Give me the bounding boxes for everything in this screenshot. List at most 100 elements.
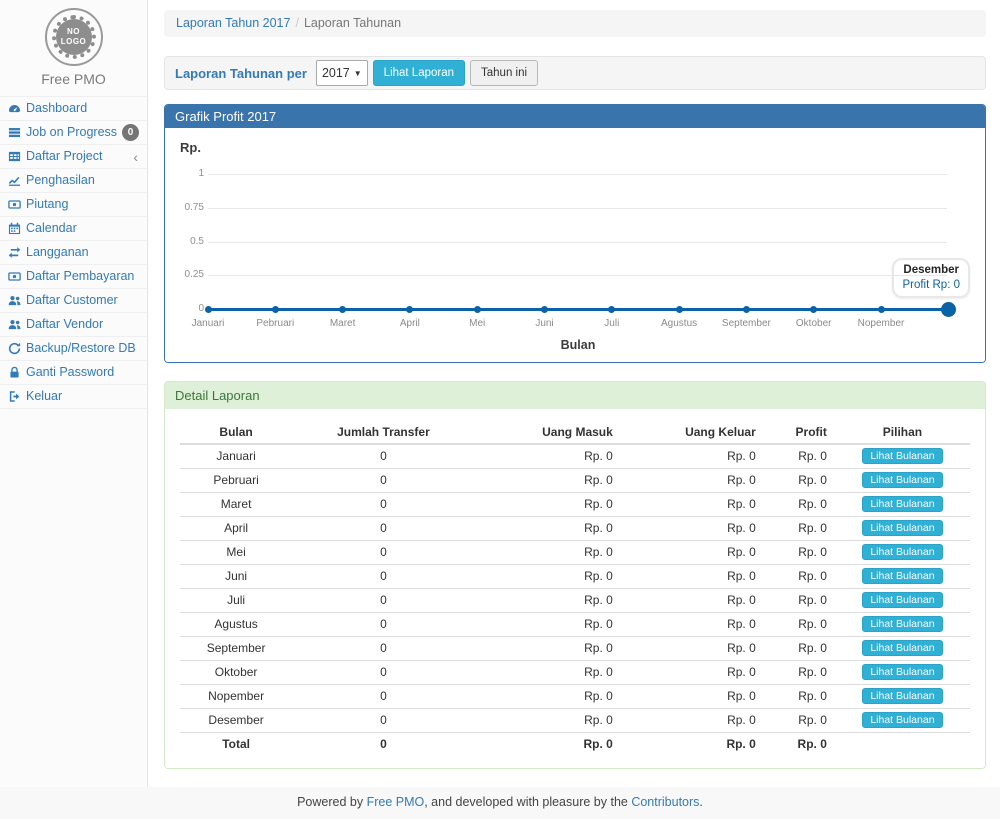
table-row: April0Rp. 0Rp. 0Rp. 0Lihat Bulanan xyxy=(180,516,970,540)
money-icon xyxy=(7,270,21,283)
sidebar-item-daftar-project[interactable]: Daftar Project‹ xyxy=(0,144,147,168)
lihat-bulanan-button[interactable]: Lihat Bulanan xyxy=(862,664,942,680)
profit-cell: Rp. 0 xyxy=(764,684,835,708)
action-cell: Lihat Bulanan xyxy=(835,444,970,468)
sidebar-item-daftar-customer[interactable]: Daftar Customer xyxy=(0,288,147,312)
profit-cell: Rp. 0 xyxy=(764,588,835,612)
chart-point[interactable] xyxy=(878,306,885,313)
chart-point[interactable] xyxy=(541,306,548,313)
profit-cell: Rp. 0 xyxy=(764,564,835,588)
x-tick-label: Juni xyxy=(510,318,580,329)
sidebar-item-label: Daftar Pembayaran xyxy=(26,265,134,288)
transfers-cell: 0 xyxy=(292,612,474,636)
sidebar-item-backup-restore-db[interactable]: Backup/Restore DB xyxy=(0,336,147,360)
action-cell: Lihat Bulanan xyxy=(835,708,970,732)
sidebar-item-piutang[interactable]: Piutang xyxy=(0,192,147,216)
money-in-cell: Rp. 0 xyxy=(475,444,621,468)
sidebar-item-daftar-vendor[interactable]: Daftar Vendor xyxy=(0,312,147,336)
chart-point[interactable] xyxy=(474,306,481,313)
lihat-bulanan-button[interactable]: Lihat Bulanan xyxy=(862,448,942,464)
chart-point[interactable] xyxy=(272,306,279,313)
contributors-link[interactable]: Contributors xyxy=(631,795,699,809)
chart-point[interactable] xyxy=(205,306,212,313)
money-out-cell: Rp. 0 xyxy=(621,540,764,564)
this-year-button[interactable]: Tahun ini xyxy=(470,60,538,86)
sidebar-item-dashboard[interactable]: Dashboard xyxy=(0,96,147,120)
y-tick-label: 0.25 xyxy=(174,269,204,280)
x-tick-label: Maret xyxy=(308,318,378,329)
money-in-cell: Rp. 0 xyxy=(475,564,621,588)
lihat-bulanan-button[interactable]: Lihat Bulanan xyxy=(862,472,942,488)
sidebar-item-penghasilan[interactable]: Penghasilan xyxy=(0,168,147,192)
chart-point[interactable] xyxy=(406,306,413,313)
lihat-bulanan-button[interactable]: Lihat Bulanan xyxy=(862,592,942,608)
money-in-cell: Rp. 0 xyxy=(475,492,621,516)
sidebar-item-label: Dashboard xyxy=(26,97,87,120)
month-cell: Pebruari xyxy=(180,468,292,492)
table-row: Januari0Rp. 0Rp. 0Rp. 0Lihat Bulanan xyxy=(180,444,970,468)
year-select-value: 2017 xyxy=(322,66,350,80)
lihat-bulanan-button[interactable]: Lihat Bulanan xyxy=(862,688,942,704)
sidebar-item-ganti-password[interactable]: Ganti Password xyxy=(0,360,147,384)
month-cell: Total xyxy=(180,732,292,756)
sidebar-item-job-on-progress[interactable]: Job on Progress0 xyxy=(0,120,147,144)
column-header-uang-keluar: Uang Keluar xyxy=(621,421,764,444)
lihat-bulanan-button[interactable]: Lihat Bulanan xyxy=(862,616,942,632)
action-cell: Lihat Bulanan xyxy=(835,660,970,684)
money-out-cell: Rp. 0 xyxy=(621,612,764,636)
month-cell: Desember xyxy=(180,708,292,732)
lihat-bulanan-button[interactable]: Lihat Bulanan xyxy=(862,640,942,656)
table-row: Nopember0Rp. 0Rp. 0Rp. 0Lihat Bulanan xyxy=(180,684,970,708)
chart-point[interactable] xyxy=(743,306,750,313)
chart-tooltip: Desember Profit Rp: 0 xyxy=(892,258,970,298)
sidebar-item-daftar-pembayaran[interactable]: Daftar Pembayaran xyxy=(0,264,147,288)
chart-point-active[interactable] xyxy=(941,302,956,317)
chart-point[interactable] xyxy=(339,306,346,313)
chart-point[interactable] xyxy=(608,306,615,313)
free-pmo-link[interactable]: Free PMO xyxy=(367,795,425,809)
profit-cell: Rp. 0 xyxy=(764,708,835,732)
lihat-bulanan-button[interactable]: Lihat Bulanan xyxy=(862,496,942,512)
lihat-bulanan-button[interactable]: Lihat Bulanan xyxy=(862,568,942,584)
sidebar-item-label: Calendar xyxy=(26,217,77,240)
view-report-button[interactable]: Lihat Laporan xyxy=(373,60,465,86)
y-tick-label: 0.5 xyxy=(174,236,204,247)
footer: Powered by Free PMO, and developed with … xyxy=(0,787,1000,819)
lihat-bulanan-button[interactable]: Lihat Bulanan xyxy=(862,544,942,560)
sidebar-item-langganan[interactable]: Langganan xyxy=(0,240,147,264)
lihat-bulanan-button[interactable]: Lihat Bulanan xyxy=(862,520,942,536)
money-out-cell: Rp. 0 xyxy=(621,468,764,492)
tasks-icon xyxy=(7,126,21,139)
sidebar-item-keluar[interactable]: Keluar xyxy=(0,384,147,408)
chart-point[interactable] xyxy=(676,306,683,313)
breadcrumb-link[interactable]: Laporan Tahun 2017 xyxy=(176,16,290,30)
action-cell: Lihat Bulanan xyxy=(835,540,970,564)
dashboard-icon xyxy=(7,102,21,115)
action-cell: Lihat Bulanan xyxy=(835,468,970,492)
table-row: Mei0Rp. 0Rp. 0Rp. 0Lihat Bulanan xyxy=(180,540,970,564)
app-logo: NO LOGO xyxy=(45,8,103,66)
transfers-cell: 0 xyxy=(292,492,474,516)
y-tick-label: 1 xyxy=(174,168,204,179)
main-content: Laporan Tahun 2017/Laporan Tahunan Lapor… xyxy=(149,0,1000,787)
sidebar-item-calendar[interactable]: Calendar xyxy=(0,216,147,240)
breadcrumb: Laporan Tahun 2017/Laporan Tahunan xyxy=(164,10,986,37)
transfers-cell: 0 xyxy=(292,516,474,540)
logo-text-line2: LOGO xyxy=(61,37,87,47)
y-tick-label: 0.75 xyxy=(174,202,204,213)
sidebar-item-label: Piutang xyxy=(26,193,68,216)
lihat-bulanan-button[interactable]: Lihat Bulanan xyxy=(862,712,942,728)
sidebar: NO LOGO Free PMO DashboardJob on Progres… xyxy=(0,0,148,787)
chevron-down-icon: ▼ xyxy=(354,69,362,78)
chart-point[interactable] xyxy=(810,306,817,313)
profit-line-chart[interactable]: Rp. Bulan Desember Profit Rp: 0 10.750.5… xyxy=(180,140,970,350)
money-in-cell: Rp. 0 xyxy=(475,468,621,492)
year-select[interactable]: 2017 ▼ xyxy=(316,60,368,86)
report-table: BulanJumlah TransferUang MasukUang Kelua… xyxy=(180,421,970,756)
sidebar-item-label: Daftar Project xyxy=(26,145,102,168)
money-out-cell: Rp. 0 xyxy=(621,732,764,756)
money-in-cell: Rp. 0 xyxy=(475,732,621,756)
chart-x-axis-title: Bulan xyxy=(208,338,948,352)
money-in-cell: Rp. 0 xyxy=(475,660,621,684)
chart-y-axis-title: Rp. xyxy=(180,140,201,155)
